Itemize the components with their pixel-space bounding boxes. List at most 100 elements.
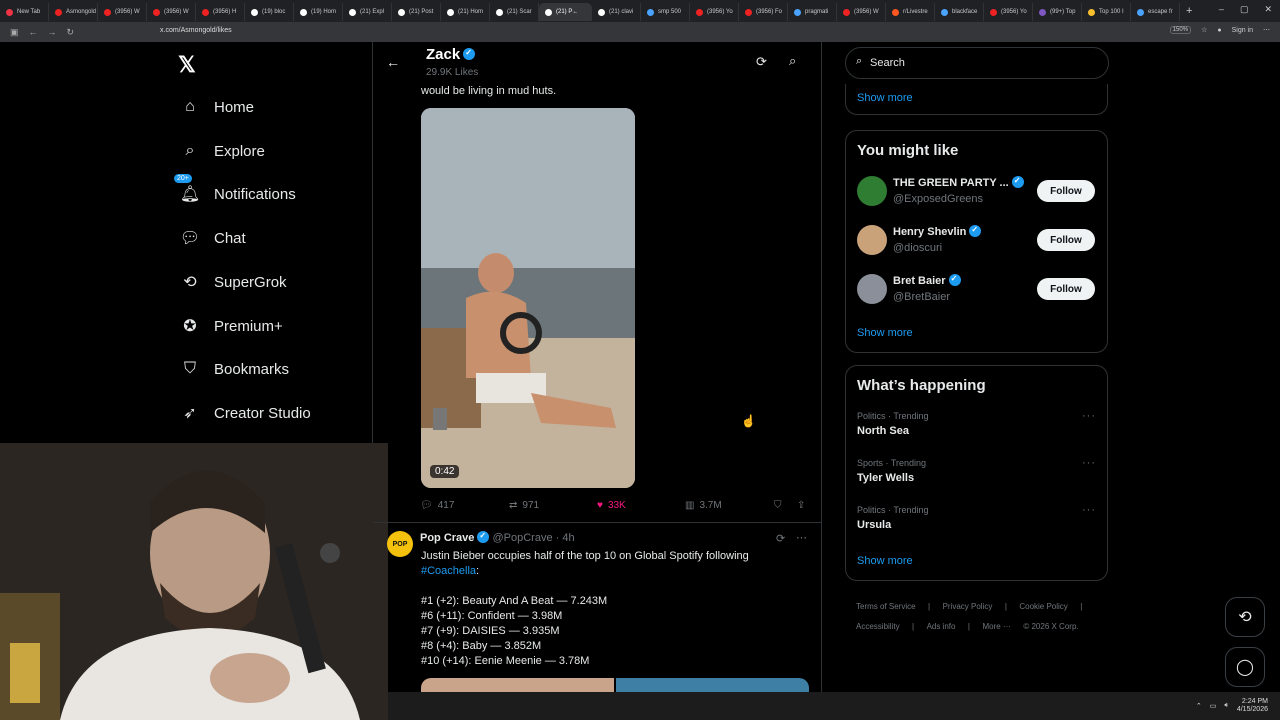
footer-link[interactable]: Ads info	[927, 622, 956, 631]
browser-tab[interactable]: (3956) H	[196, 3, 245, 21]
sidebar-toggle-icon[interactable]: ▣	[10, 27, 19, 38]
browser-tab[interactable]: (21) clavi	[592, 3, 641, 21]
new-tab-icon[interactable]: +	[1186, 5, 1192, 17]
suggestion-name[interactable]: Bret Baier	[893, 274, 961, 287]
browser-tab[interactable]: (19) Hom	[294, 3, 343, 21]
show-more-suggestions[interactable]: Show more	[857, 327, 913, 339]
tweet2-author[interactable]: Pop Crave	[420, 532, 474, 544]
bookmark-action[interactable]: ⛉	[774, 500, 782, 511]
grok-header-icon[interactable]: ⟳	[756, 54, 767, 70]
browser-tab[interactable]: Top 100 I	[1082, 3, 1131, 21]
pop-crave-avatar[interactable]: POP	[387, 531, 413, 557]
show-more-top[interactable]: Show more	[857, 92, 913, 104]
follow-button[interactable]: Follow	[1037, 180, 1095, 202]
suggestion-handle[interactable]: @BretBaier	[893, 291, 950, 303]
browser-tab[interactable]: (21) Post	[392, 3, 441, 21]
nav-item-bookmarks[interactable]: ⛉ Bookmarks	[180, 359, 289, 379]
clock[interactable]: 2:24 PM 4/15/2026	[1237, 698, 1268, 714]
suggestion-name[interactable]: THE GREEN PARTY ...	[893, 176, 1024, 189]
browser-tab[interactable]: (21) Hom	[441, 3, 490, 21]
nav-item-chat[interactable]: 💬︎ Chat	[180, 228, 246, 248]
nav-item-home[interactable]: ⌂ Home	[180, 97, 254, 117]
tweet2-time[interactable]: · 4h	[556, 532, 575, 544]
profile-icon[interactable]: ●	[1217, 27, 1221, 34]
trend-more-icon[interactable]: ···	[1082, 457, 1096, 469]
browser-tab[interactable]: (21) P←	[539, 3, 592, 21]
browser-tab[interactable]: blackface	[935, 3, 984, 21]
nav-item-creator-studio[interactable]: ➶ Creator Studio	[180, 403, 310, 423]
repost-action[interactable]: ⇄ 971	[509, 500, 539, 511]
browser-tab[interactable]: (21) Scar	[490, 3, 539, 21]
nav-item-supergrok[interactable]: ⟲ SuperGrok	[180, 272, 286, 292]
back-icon[interactable]: ←	[29, 27, 38, 37]
footer-link[interactable]: Terms of Service	[856, 602, 916, 611]
footer-link[interactable]: Accessibility	[856, 622, 900, 631]
messages-fab-button[interactable]: ◯	[1225, 647, 1265, 687]
browser-tab[interactable]: (19) bloc	[245, 3, 294, 21]
menu-icon[interactable]: ⋯	[1263, 26, 1270, 34]
suggestion-name[interactable]: Henry Shevlin	[893, 225, 982, 238]
suggestion-avatar[interactable]	[857, 225, 887, 255]
follow-button[interactable]: Follow	[1037, 229, 1095, 251]
browser-tab[interactable]: escape fr	[1131, 3, 1180, 21]
sign-in-link[interactable]: Sign in	[1232, 27, 1253, 34]
trend-name[interactable]: Tyler Wells	[857, 472, 914, 484]
search-header-icon[interactable]: ⌕	[789, 53, 796, 69]
browser-tab[interactable]: (3956) Fo	[739, 3, 788, 21]
browser-tab[interactable]: (3956) W	[98, 3, 147, 21]
back-arrow-icon[interactable]: ←	[386, 54, 400, 70]
follow-button[interactable]: Follow	[1037, 278, 1095, 300]
browser-tab[interactable]: (3956) Yo	[984, 3, 1033, 21]
tweet-video[interactable]	[421, 108, 635, 488]
zoom-level[interactable]: 150%	[1169, 26, 1192, 34]
grok-fab-button[interactable]: ⟲	[1225, 597, 1265, 637]
reload-icon[interactable]: ↻	[67, 27, 75, 38]
footer-link[interactable]: Cookie Policy	[1019, 602, 1067, 611]
volume-icon[interactable]: 🔉︎	[1224, 702, 1228, 710]
trend-name[interactable]: North Sea	[857, 425, 909, 437]
trend-more-icon[interactable]: ···	[1082, 504, 1096, 516]
coachella-hashtag[interactable]: #Coachella	[421, 565, 476, 577]
reply-action[interactable]: 💬︎ 417	[420, 500, 454, 511]
x-logo-icon[interactable]: 𝕏	[178, 52, 196, 78]
views-action[interactable]: ▥ 3.7M	[685, 500, 722, 511]
nav-item-premium-[interactable]: ✪ Premium+	[180, 316, 282, 336]
suggestion-avatar[interactable]	[857, 274, 887, 304]
browser-tab[interactable]: (21) Expl	[343, 3, 392, 21]
browser-tab[interactable]: (99+) Top	[1033, 3, 1082, 21]
trend-more-icon[interactable]: ···	[1082, 410, 1096, 422]
share-action[interactable]: ⇪	[797, 500, 805, 511]
grok-tweet-icon[interactable]: ⟳	[776, 532, 785, 545]
browser-tab[interactable]: New Tab	[0, 3, 49, 21]
suggestion-handle[interactable]: @ExposedGreens	[893, 193, 983, 205]
suggestion-avatar[interactable]	[857, 176, 887, 206]
maximize-icon[interactable]: ▢	[1240, 4, 1249, 15]
browser-tab[interactable]: smp 500	[641, 3, 690, 21]
trend-name[interactable]: Ursula	[857, 519, 891, 531]
network-icon[interactable]: ▭	[1210, 702, 1217, 710]
forward-icon[interactable]: →	[48, 27, 57, 37]
search-box[interactable]: ⌕ Search	[845, 47, 1109, 79]
more-options-icon[interactable]: ⋯	[796, 531, 807, 544]
browser-tab[interactable]: (3956) W	[837, 3, 886, 21]
browser-tab[interactable]: r/Livestre	[886, 3, 935, 21]
nav-item-explore[interactable]: ⌕ Explore	[180, 141, 265, 161]
tray-chevron-icon[interactable]: ⌃	[1196, 702, 1202, 710]
footer-link[interactable]: © 2026 X Corp.	[1023, 622, 1078, 631]
footer-link[interactable]: Privacy Policy	[943, 602, 993, 611]
star-icon[interactable]: ☆	[1201, 26, 1207, 34]
minimize-icon[interactable]: –	[1219, 4, 1224, 15]
browser-tab[interactable]: (3956) Yo	[690, 3, 739, 21]
footer-link[interactable]: More ···	[982, 622, 1010, 631]
nav-item-notifications[interactable]: 🔔︎ 20+ Notifications	[174, 174, 296, 204]
browser-tab[interactable]: Asmongold	[49, 3, 98, 21]
close-window-icon[interactable]: ✕	[1264, 4, 1272, 15]
show-more-trends[interactable]: Show more	[857, 555, 913, 567]
browser-tab[interactable]: pragmati	[788, 3, 837, 21]
tweet2-media[interactable]	[421, 678, 809, 692]
tweet2-handle[interactable]: @PopCrave	[492, 532, 552, 544]
url-field[interactable]: x.com/Asmongold/likes	[160, 27, 232, 34]
suggestion-handle[interactable]: @dioscuri	[893, 242, 942, 254]
search-input[interactable]: Search	[870, 57, 905, 69]
like-action[interactable]: ♥ 33K	[597, 500, 626, 511]
